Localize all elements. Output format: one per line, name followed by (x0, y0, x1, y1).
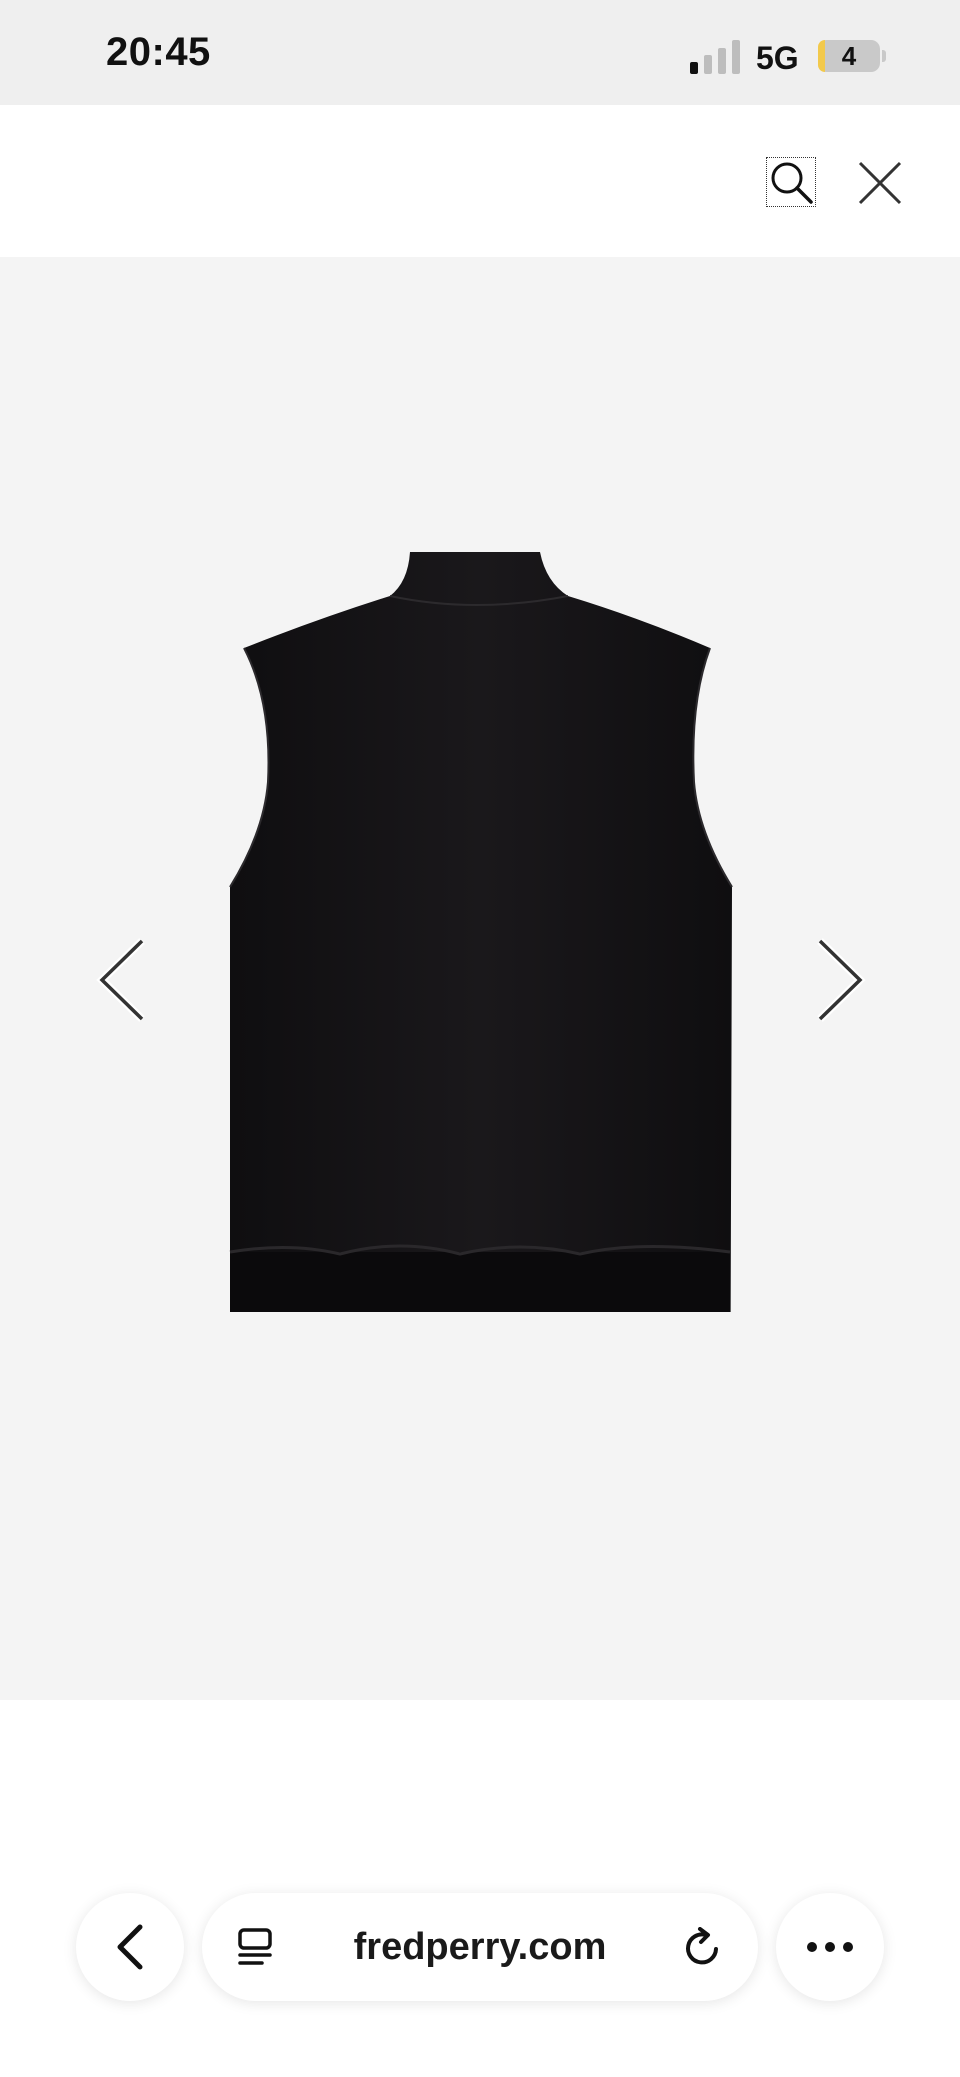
magnifier-icon (771, 162, 813, 204)
browser-bottom-bar: fredperry.com (0, 1700, 960, 2077)
signal-icon (690, 40, 740, 74)
ellipsis-icon (807, 1942, 853, 1952)
battery-icon: 4 (818, 40, 880, 72)
more-button[interactable] (776, 1893, 884, 2001)
browser-back-button[interactable] (76, 1893, 184, 2001)
chevron-right-icon[interactable] (806, 937, 866, 1023)
zoom-button[interactable] (766, 157, 816, 207)
status-bar: 20:45 5G 4 (0, 0, 960, 105)
reload-icon[interactable] (682, 1927, 724, 1969)
address-bar[interactable]: fredperry.com (202, 1893, 758, 2001)
battery-tip (882, 50, 886, 62)
status-time: 20:45 (106, 30, 211, 74)
network-type: 5G (756, 40, 799, 76)
product-gallery[interactable] (0, 257, 960, 1700)
url-text: fredperry.com (353, 1926, 607, 1968)
chevron-left-icon[interactable] (96, 937, 156, 1023)
image-viewer-toolbar (0, 105, 960, 257)
chevron-left-icon (117, 1924, 143, 1970)
close-icon[interactable] (856, 159, 904, 207)
product-image (229, 552, 733, 1312)
battery-level: 4 (841, 41, 857, 71)
